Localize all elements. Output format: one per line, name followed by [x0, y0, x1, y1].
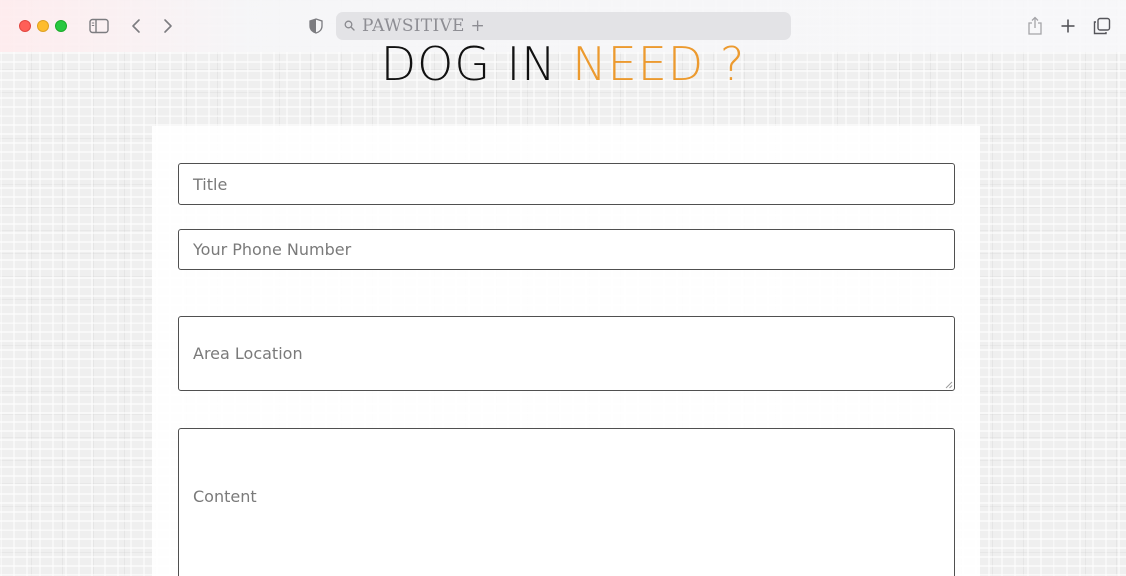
minimize-window-button[interactable] — [37, 20, 49, 32]
forward-icon[interactable] — [156, 14, 180, 38]
new-tab-icon[interactable] — [1056, 14, 1080, 38]
resize-grip-icon[interactable] — [944, 380, 953, 389]
phone-number-input[interactable]: Your Phone Number — [178, 229, 955, 270]
title-input-placeholder: Title — [193, 175, 228, 194]
page-title-main: DOG IN — [380, 37, 573, 91]
tab-overview-icon[interactable] — [1090, 14, 1114, 38]
area-location-placeholder: Area Location — [193, 344, 303, 363]
page-title: DOG IN NEED ? — [0, 37, 1126, 91]
close-window-button[interactable] — [19, 20, 31, 32]
phone-number-input-placeholder: Your Phone Number — [193, 240, 352, 259]
page-title-accent: NEED ? — [572, 37, 746, 91]
address-bar[interactable]: PAWSITIVE + — [336, 12, 791, 40]
share-icon[interactable] — [1023, 14, 1047, 38]
content-textarea[interactable]: Content — [178, 428, 955, 576]
sidebar-toggle-icon[interactable] — [87, 14, 111, 38]
back-icon[interactable] — [124, 14, 148, 38]
search-icon — [344, 20, 355, 31]
address-text: PAWSITIVE + — [362, 16, 485, 36]
area-location-textarea[interactable]: Area Location — [178, 316, 955, 391]
title-input[interactable]: Title — [178, 163, 955, 205]
zoom-window-button[interactable] — [55, 20, 67, 32]
content-placeholder: Content — [193, 487, 257, 506]
privacy-shield-icon[interactable] — [304, 14, 328, 38]
